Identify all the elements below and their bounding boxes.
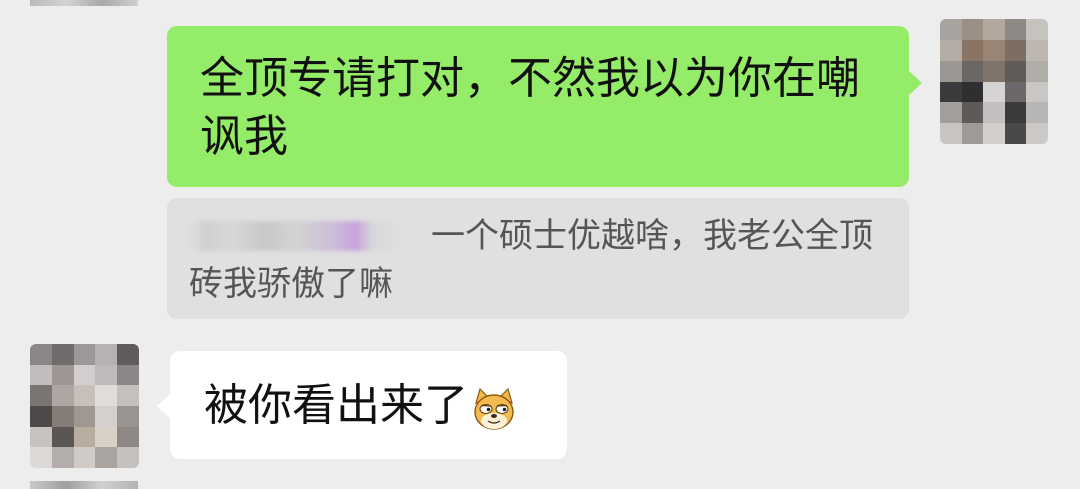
doge-emoji-icon — [474, 387, 514, 430]
outgoing-message-text: 全顶专请打对，不然我以为你在嘲讽我 — [200, 53, 860, 162]
bubble-tail — [157, 393, 171, 419]
quoted-sender-name-blurred — [189, 221, 403, 251]
avatar-partial-bottom — [30, 481, 138, 489]
bubble-tail — [908, 70, 922, 96]
incoming-message-bubble[interactable]: 被你看出来了 — [157, 351, 567, 459]
self-avatar[interactable] — [940, 19, 1048, 144]
incoming-message-text: 被你看出来了 — [204, 380, 468, 431]
quoted-message[interactable]: 一个硕士优越啥，我老公全顶砖我骄傲了嘛 — [167, 198, 909, 319]
chat-area: 全顶专请打对，不然我以为你在嘲讽我 一个硕士优越啥，我老公全顶砖我骄傲了嘛 被你… — [0, 0, 1080, 489]
avatar-partial-top — [30, 0, 138, 6]
outgoing-message-bubble[interactable]: 全顶专请打对，不然我以为你在嘲讽我 — [167, 26, 922, 187]
contact-avatar[interactable] — [30, 344, 139, 468]
